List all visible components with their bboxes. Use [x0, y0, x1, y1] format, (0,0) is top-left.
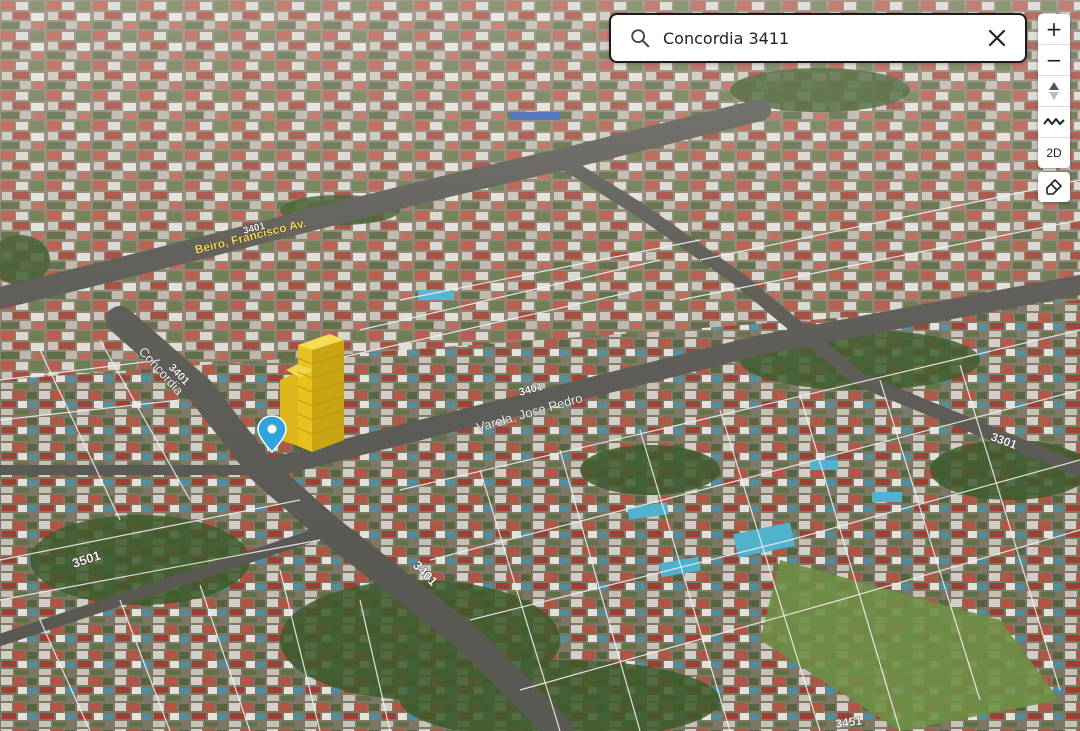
- close-icon: [988, 29, 1006, 47]
- eraser-control: [1038, 172, 1070, 202]
- search-icon: [631, 29, 650, 48]
- zoom-controls: + − 2D: [1038, 14, 1070, 168]
- clear-drawings-button[interactable]: [1038, 172, 1070, 202]
- search-input[interactable]: [661, 22, 977, 54]
- view-2d-label: 2D: [1046, 146, 1062, 160]
- zoom-out-button[interactable]: −: [1038, 45, 1070, 76]
- plus-icon: +: [1045, 17, 1063, 41]
- address-search-box[interactable]: [609, 13, 1027, 63]
- terrain-profile-button[interactable]: [1038, 107, 1070, 138]
- map-view[interactable]: Beiro, Francisco Av. Concordia Varela, J…: [0, 0, 1080, 731]
- clear-search-button[interactable]: [977, 18, 1017, 58]
- map-controls-toolbar: + − 2D: [1038, 14, 1070, 206]
- compass-icon: [1049, 82, 1059, 100]
- compass-button[interactable]: [1038, 76, 1070, 107]
- aerial-3d-scene[interactable]: Beiro, Francisco Av. Concordia Varela, J…: [0, 0, 1080, 731]
- elevation-profile-icon: [1043, 118, 1065, 125]
- toggle-2d-button[interactable]: 2D: [1038, 138, 1070, 168]
- eraser-icon: [1046, 179, 1062, 195]
- zoom-in-button[interactable]: +: [1038, 14, 1070, 45]
- minus-icon: −: [1045, 48, 1063, 72]
